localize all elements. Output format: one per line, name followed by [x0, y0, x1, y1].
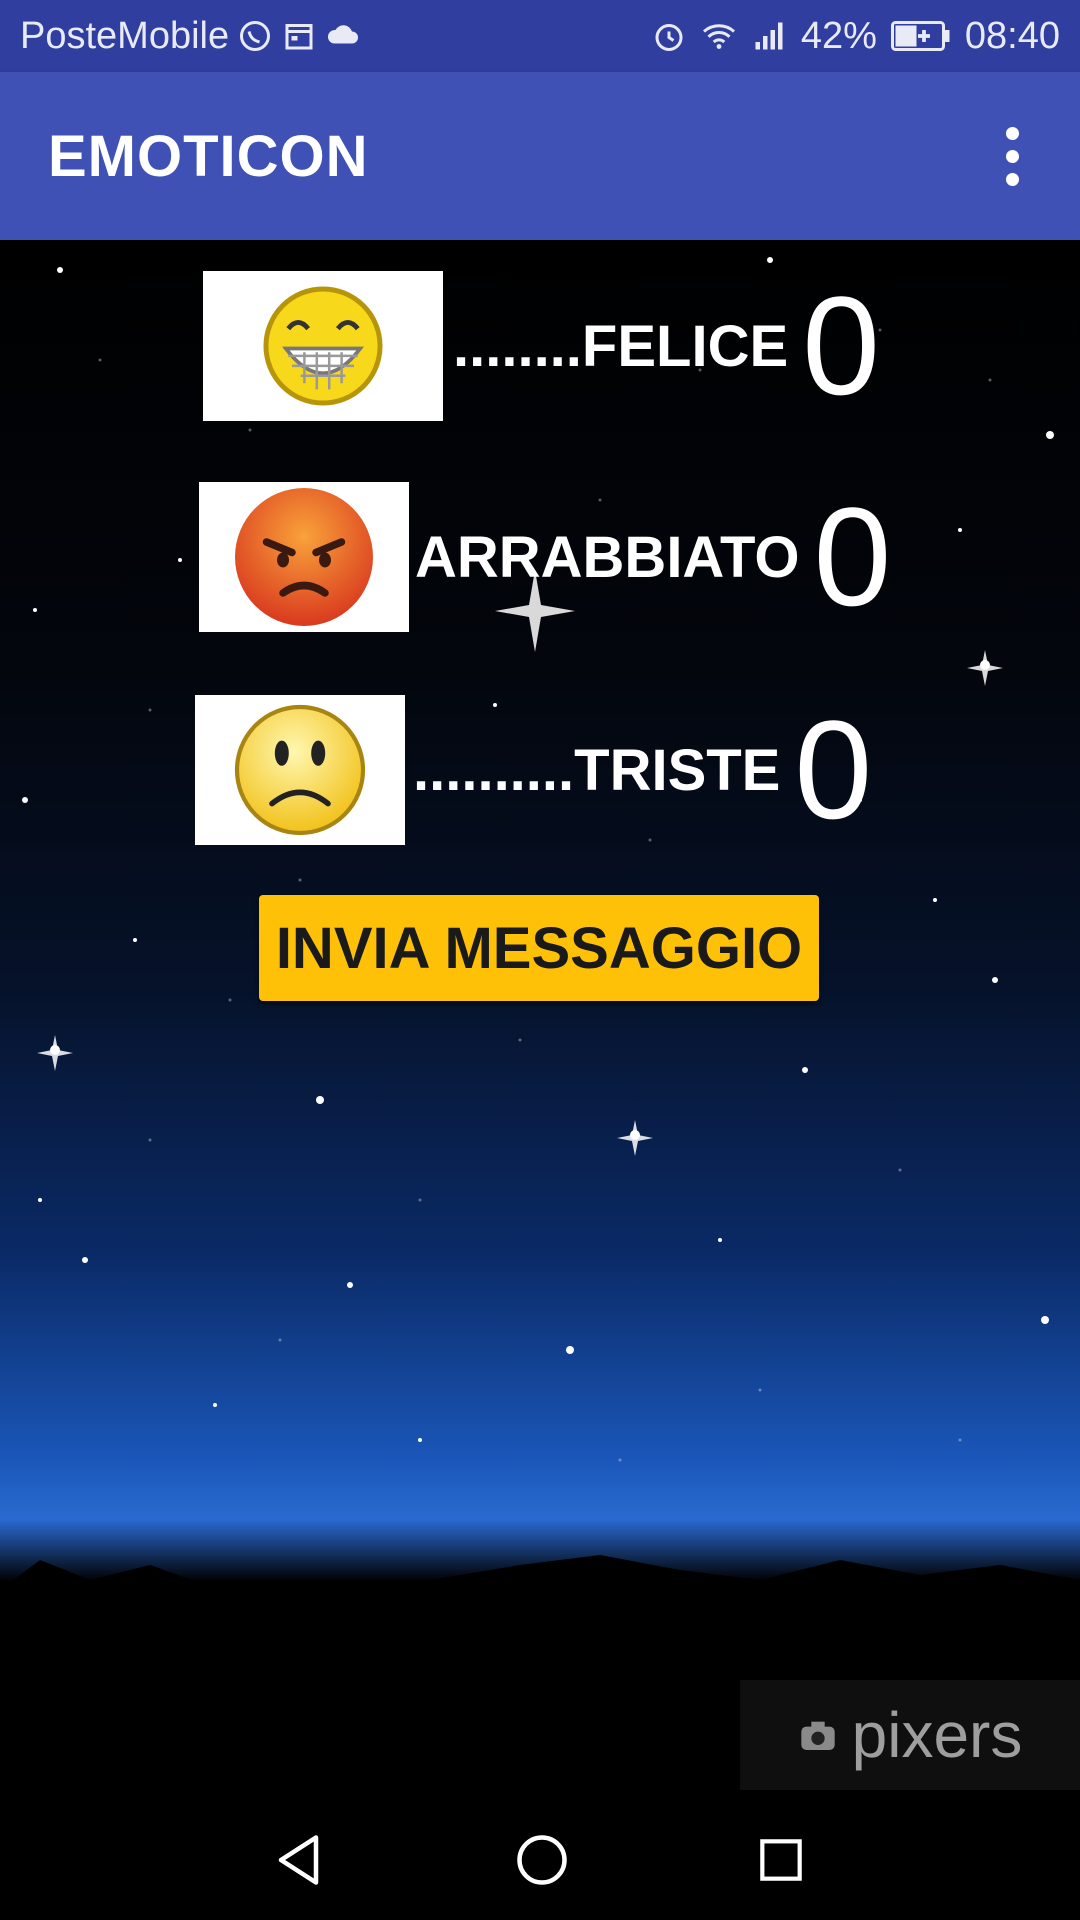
watermark: pixers: [740, 1680, 1080, 1790]
app-bar: EMOTICON: [0, 72, 1080, 240]
content-area: ........FELICE 0 ARRABBIATO 0 ..........…: [0, 240, 1080, 1800]
status-bar: PosteMobile 42% 08:40: [0, 0, 1080, 72]
angry-face-icon: [235, 488, 373, 626]
battery-percent: 42%: [800, 14, 877, 57]
sad-label: ..........TRISTE: [413, 737, 781, 803]
recents-icon[interactable]: [753, 1832, 809, 1888]
happy-label: ........FELICE: [453, 313, 789, 379]
more-vert-icon[interactable]: [992, 116, 1032, 196]
app-title: EMOTICON: [48, 123, 369, 189]
angry-label: ARRABBIATO: [415, 524, 800, 590]
carrier-name: PosteMobile: [20, 14, 230, 57]
watermark-text: pixers: [851, 1699, 1023, 1771]
angry-count: 0: [813, 478, 892, 635]
sad-count: 0: [794, 691, 873, 848]
sad-emoji[interactable]: [195, 695, 405, 845]
status-left: PosteMobile: [20, 15, 651, 58]
happy-emoji[interactable]: [203, 271, 443, 421]
battery-charging-icon: [890, 21, 950, 51]
send-message-button[interactable]: INVIA MESSAGGIO: [259, 895, 819, 1001]
grin-icon: [263, 286, 383, 406]
happy-count: 0: [802, 267, 881, 424]
cloud-icon: [328, 25, 359, 44]
whatsapp-icon: [240, 21, 271, 51]
status-right: 42% 08:40: [651, 15, 1060, 58]
alarm-icon: [655, 24, 683, 51]
home-icon[interactable]: [512, 1830, 572, 1890]
angry-emoji[interactable]: [199, 482, 409, 632]
sad-face-icon: [234, 704, 366, 836]
emoticon-row-sad: ..........TRISTE 0: [195, 695, 872, 845]
wifi-icon: [702, 24, 735, 49]
emoticon-row-angry: ARRABBIATO 0: [199, 482, 891, 632]
camera-icon: [800, 1721, 835, 1750]
calendar-icon: [285, 24, 313, 50]
clock: 08:40: [964, 14, 1060, 57]
navigation-bar: [0, 1800, 1080, 1920]
emoticon-row-happy: ........FELICE 0: [203, 271, 880, 421]
back-icon[interactable]: [271, 1830, 331, 1890]
signal-icon: [755, 22, 783, 50]
